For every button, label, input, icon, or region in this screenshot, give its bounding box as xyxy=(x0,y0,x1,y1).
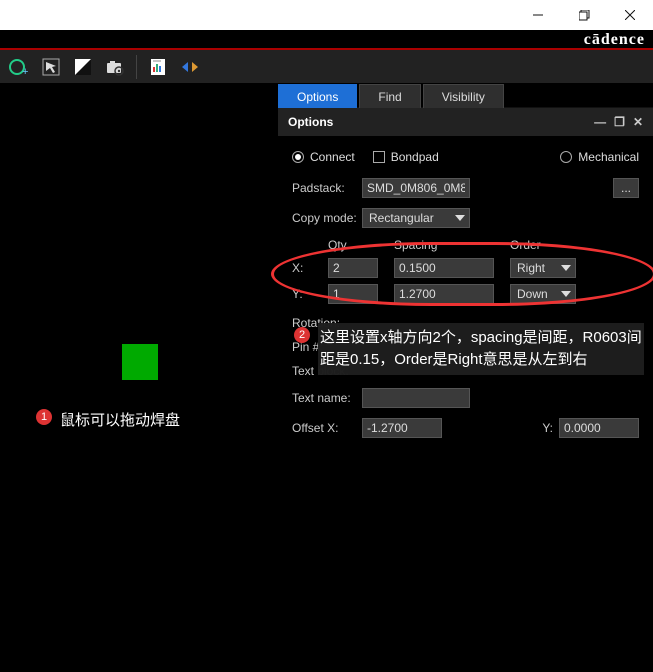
window-titlebar xyxy=(0,0,653,30)
x-order-select[interactable]: Right xyxy=(510,258,576,278)
y-order-select[interactable]: Down xyxy=(510,284,576,304)
panel-tabs: Options Find Visibility xyxy=(278,84,653,108)
annotation-1: 1 鼠标可以拖动焊盘 xyxy=(36,409,180,430)
cadence-logo: cādence xyxy=(584,31,645,49)
offsetx-input[interactable] xyxy=(362,418,442,438)
panel-minimize-icon[interactable]: — xyxy=(594,115,606,129)
radio-mechanical-label: Mechanical xyxy=(578,150,639,164)
copymode-select[interactable]: Rectangular xyxy=(362,208,470,228)
annotation-2-text: 这里设置x轴方向2个，spacing是间距，R0603间距是0.15，Order… xyxy=(318,323,644,375)
chevron-down-icon xyxy=(455,215,465,221)
padstack-browse-button[interactable]: ... xyxy=(613,178,639,198)
main-toolbar: + xyxy=(0,50,653,84)
header-order: Order xyxy=(510,238,580,252)
header-qty: Qty xyxy=(328,238,384,252)
copymode-label: Copy mode: xyxy=(292,211,362,225)
toolbar-divider xyxy=(136,55,137,79)
right-panel: Options Find Visibility Options — ❐ ✕ Co… xyxy=(278,84,653,672)
panel-title-bar: Options — ❐ ✕ xyxy=(278,108,653,136)
tool-camera-gear-icon[interactable] xyxy=(100,53,130,81)
tab-find[interactable]: Find xyxy=(359,84,420,108)
tool-arrow-icon[interactable] xyxy=(36,53,66,81)
annotation-2-marker: 2 xyxy=(294,327,310,343)
chevron-down-icon xyxy=(561,265,571,271)
radio-mechanical[interactable]: Mechanical xyxy=(560,150,639,164)
offsetx-label: Offset X: xyxy=(292,421,362,435)
y-row-label: Y: xyxy=(292,287,318,301)
tab-options[interactable]: Options xyxy=(278,84,357,108)
y-order-value: Down xyxy=(517,287,548,301)
annotation-1-text: 鼠标可以拖动焊盘 xyxy=(60,409,180,430)
placement-grid: Qty Spacing Order X: Right Y: Down xyxy=(292,238,639,304)
window-restore-button[interactable] xyxy=(561,0,607,30)
offsety-input[interactable] xyxy=(559,418,639,438)
x-qty-input[interactable] xyxy=(328,258,378,278)
tool-nav-icon[interactable] xyxy=(175,53,205,81)
x-order-value: Right xyxy=(517,261,545,275)
x-spacing-input[interactable] xyxy=(394,258,494,278)
padstack-input[interactable] xyxy=(362,178,470,198)
radio-bondpad-label: Bondpad xyxy=(391,150,439,164)
offsety-label: Y: xyxy=(542,421,553,435)
copymode-value: Rectangular xyxy=(369,211,434,225)
tool-report-icon[interactable] xyxy=(143,53,173,81)
tool-add-circle-icon[interactable]: + xyxy=(4,53,34,81)
brand-bar: cādence xyxy=(0,30,653,50)
textname-label: Text name: xyxy=(292,391,362,405)
header-spacing: Spacing xyxy=(394,238,500,252)
panel-title-text: Options xyxy=(288,115,333,129)
window-close-button[interactable] xyxy=(607,0,653,30)
annotation-2: 2 这里设置x轴方向2个，spacing是间距，R0603间距是0.15，Ord… xyxy=(294,323,644,375)
radio-bondpad[interactable]: Bondpad xyxy=(373,150,439,164)
annotation-1-marker: 1 xyxy=(36,409,52,425)
svg-text:+: + xyxy=(22,66,28,77)
textname-input[interactable] xyxy=(362,388,470,408)
padstack-label: Padstack: xyxy=(292,181,362,195)
y-spacing-input[interactable] xyxy=(394,284,494,304)
panel-close-icon[interactable]: ✕ xyxy=(633,115,643,129)
chevron-down-icon xyxy=(561,291,571,297)
x-row-label: X: xyxy=(292,261,318,275)
options-form: Connect Bondpad Mechanical Padstack: ...… xyxy=(278,136,653,452)
window-minimize-button[interactable] xyxy=(515,0,561,30)
radio-connect[interactable]: Connect xyxy=(292,150,355,164)
tab-visibility[interactable]: Visibility xyxy=(423,84,504,108)
canvas-area[interactable] xyxy=(0,84,278,672)
panel-restore-icon[interactable]: ❐ xyxy=(614,115,625,129)
pad-object[interactable] xyxy=(122,344,158,380)
radio-connect-label: Connect xyxy=(310,150,355,164)
y-qty-input[interactable] xyxy=(328,284,378,304)
tool-contrast-icon[interactable] xyxy=(68,53,98,81)
